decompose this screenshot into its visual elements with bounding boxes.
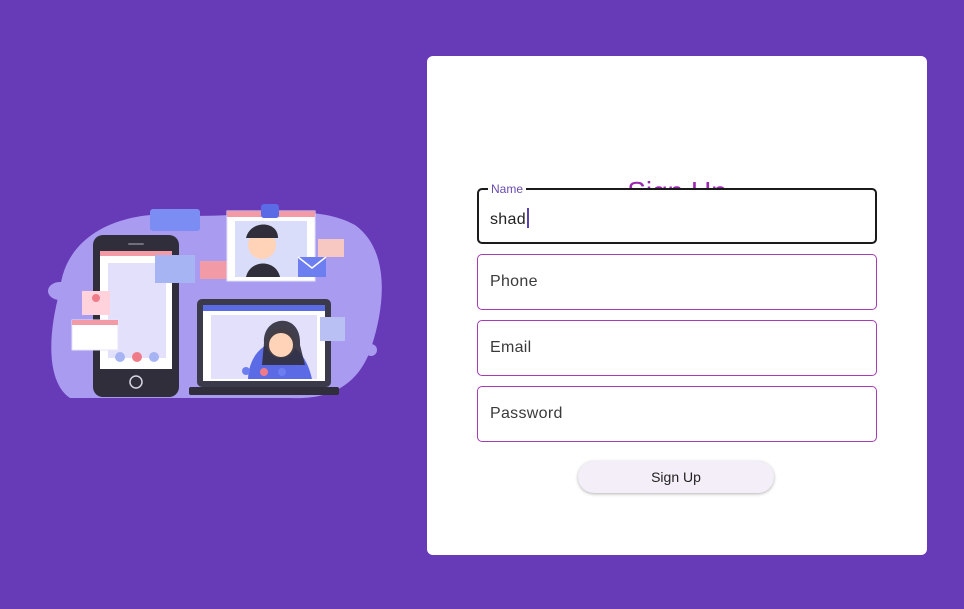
phone-field[interactable]: Phone [477, 254, 877, 310]
name-field-label: Name [488, 182, 527, 196]
sign-up-button[interactable]: Sign Up [578, 461, 774, 493]
password-field-placeholder: Password [490, 405, 563, 422]
text-caret [526, 208, 529, 228]
signup-card: Sign Up Name shad Phone Email Password S… [427, 56, 927, 555]
video-call-illustration [40, 195, 385, 410]
phone-field-placeholder: Phone [490, 273, 538, 290]
email-field[interactable]: Email [477, 320, 877, 376]
name-field[interactable]: Name shad [477, 182, 877, 244]
password-field[interactable]: Password [477, 386, 877, 442]
name-field-value[interactable]: shad [490, 208, 529, 229]
email-field-placeholder: Email [490, 339, 532, 356]
